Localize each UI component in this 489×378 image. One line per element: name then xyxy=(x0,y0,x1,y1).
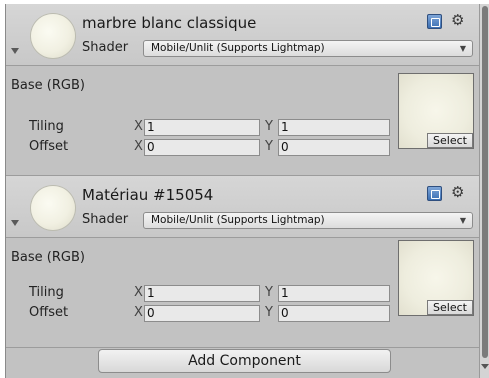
dropdown-arrow-icon: ▼ xyxy=(459,44,466,53)
base-rgb-label: Base (RGB) xyxy=(11,250,85,265)
material-properties: Base (RGB) Tiling Offset X 1 Y 1 X 0 Y 0… xyxy=(6,66,479,176)
add-component-button[interactable]: Add Component xyxy=(98,349,391,373)
foldout-arrow-icon[interactable] xyxy=(11,48,19,54)
offset-x-field[interactable]: 0 xyxy=(144,305,260,322)
shader-value: Mobile/Unlit (Supports Lightmap) xyxy=(151,214,325,226)
tiling-y-field[interactable]: 1 xyxy=(278,285,390,302)
material-properties: Base (RGB) Tiling Offset X 1 Y 1 X 0 Y 0… xyxy=(6,238,479,348)
material-preview-sphere xyxy=(31,186,75,230)
offset-label: Offset xyxy=(29,139,69,154)
offset-y-field[interactable]: 0 xyxy=(278,305,390,322)
scrollbar-thumb[interactable] xyxy=(482,6,488,358)
material-preview-sphere xyxy=(31,14,75,58)
help-book-icon[interactable] xyxy=(427,186,442,201)
help-book-icon[interactable] xyxy=(427,14,442,29)
tiling-y-field[interactable]: 1 xyxy=(278,119,390,136)
offset-x-axis-label: X xyxy=(134,305,143,320)
texture-slot[interactable]: Select xyxy=(398,73,474,149)
foldout-arrow-icon[interactable] xyxy=(11,220,19,226)
offset-x-field[interactable]: 0 xyxy=(144,139,260,156)
select-texture-button[interactable]: Select xyxy=(427,300,473,315)
offset-y-field[interactable]: 0 xyxy=(278,139,390,156)
dropdown-arrow-icon: ▼ xyxy=(459,216,466,225)
offset-y-axis-label: Y xyxy=(265,305,273,320)
material-header[interactable]: marbre blanc classique ⚙ Shader Mobile/U… xyxy=(6,4,479,66)
tiling-x-axis-label: X xyxy=(134,119,143,134)
offset-x-axis-label: X xyxy=(134,139,143,154)
material-header[interactable]: Matériau #15054 ⚙ Shader Mobile/Unlit (S… xyxy=(6,176,479,238)
offset-label: Offset xyxy=(29,305,69,320)
tiling-x-field[interactable]: 1 xyxy=(144,285,260,302)
scroll-down-arrow-icon[interactable] xyxy=(481,364,489,369)
material-name: Matériau #15054 xyxy=(82,186,214,204)
select-texture-button[interactable]: Select xyxy=(427,133,473,148)
tiling-x-field[interactable]: 1 xyxy=(144,119,260,136)
tiling-y-axis-label: Y xyxy=(265,285,273,300)
material-name: marbre blanc classique xyxy=(82,14,257,32)
shader-label: Shader xyxy=(82,212,129,227)
tiling-label: Tiling xyxy=(29,285,64,300)
shader-dropdown[interactable]: Mobile/Unlit (Supports Lightmap) ▼ xyxy=(143,212,473,229)
vertical-scrollbar[interactable] xyxy=(479,4,489,378)
texture-slot[interactable]: Select xyxy=(398,240,474,316)
shader-value: Mobile/Unlit (Supports Lightmap) xyxy=(151,42,325,54)
tiling-y-axis-label: Y xyxy=(265,119,273,134)
base-rgb-label: Base (RGB) xyxy=(11,78,85,93)
offset-y-axis-label: Y xyxy=(265,139,273,154)
shader-label: Shader xyxy=(82,40,129,55)
inspector-panel: marbre blanc classique ⚙ Shader Mobile/U… xyxy=(5,4,479,378)
tiling-label: Tiling xyxy=(29,119,64,134)
page: marbre blanc classique ⚙ Shader Mobile/U… xyxy=(0,0,489,378)
gear-icon[interactable]: ⚙ xyxy=(451,183,469,201)
tiling-x-axis-label: X xyxy=(134,285,143,300)
gear-icon[interactable]: ⚙ xyxy=(451,11,469,29)
shader-dropdown[interactable]: Mobile/Unlit (Supports Lightmap) ▼ xyxy=(143,40,473,57)
